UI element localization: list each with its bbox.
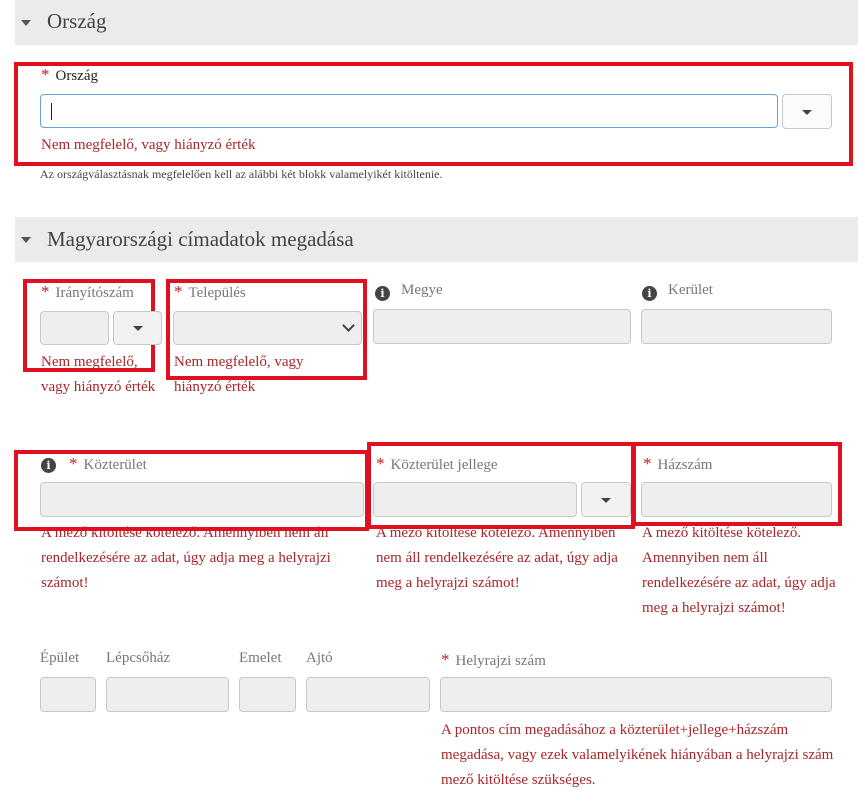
info-icon[interactable]: i (375, 286, 390, 301)
text-cursor (51, 103, 52, 120)
staircase-label: Lépcsőház (106, 650, 171, 666)
address-section-header[interactable]: Magyarországi címadatok megadása (15, 217, 858, 262)
lot-number-input[interactable] (440, 677, 832, 712)
lot-number-label-text: Helyrajzi szám (455, 653, 546, 669)
country-input[interactable] (40, 94, 778, 128)
required-mark: * (441, 650, 450, 669)
lot-number-label: * Helyrajzi szám (441, 650, 546, 670)
county-input[interactable] (373, 309, 631, 344)
postal-code-label-text: Irányítószám (55, 285, 134, 301)
settlement-label-text: Település (188, 285, 246, 301)
building-label: Épület (40, 650, 80, 666)
required-mark: * (41, 282, 50, 301)
postal-code-input[interactable] (40, 311, 109, 345)
house-number-error: A mező kitöltése kötelező. Amennyiben ne… (642, 525, 836, 616)
building-input[interactable] (40, 677, 96, 712)
country-note: Az országválasztásnak megfelelően kell a… (40, 167, 443, 181)
house-number-error-highlight (632, 442, 842, 526)
country-field-label: * Ország (41, 65, 98, 85)
collapse-caret-icon[interactable] (21, 237, 31, 243)
district-label: Kerület (668, 282, 713, 298)
country-error: Nem megfelelő, vagy hiányzó érték (41, 137, 256, 153)
required-mark: * (174, 282, 183, 301)
postal-code-label: * Irányítószám (41, 282, 134, 302)
staircase-input[interactable] (106, 677, 229, 712)
country-dropdown-button[interactable] (782, 94, 832, 129)
public-place-error: A mező kitöltése kötelező. Amennyiben ne… (41, 525, 331, 591)
district-input[interactable] (641, 309, 832, 344)
county-label: Megye (401, 282, 443, 298)
country-label-text: Ország (55, 68, 98, 84)
floor-input[interactable] (239, 677, 296, 712)
door-label: Ajtó (306, 650, 333, 666)
floor-label: Emelet (239, 650, 282, 666)
settlement-error: Nem megfelelő, vagy hiányzó érték (174, 354, 304, 395)
country-section-header[interactable]: Ország (15, 0, 858, 45)
chevron-down-icon (132, 326, 143, 331)
country-section-title: Ország (47, 9, 107, 33)
address-section-title: Magyarországi címadatok megadása (47, 227, 354, 251)
info-icon[interactable]: i (642, 286, 657, 301)
chevron-down-icon (342, 319, 355, 332)
collapse-caret-icon[interactable] (21, 20, 31, 26)
public-place-type-error-highlight (367, 442, 635, 529)
settlement-label: * Település (174, 282, 246, 302)
door-input[interactable] (306, 677, 430, 712)
public-place-error-highlight (14, 450, 369, 531)
lot-number-error: A pontos cím megadásához a közterület+je… (441, 722, 834, 788)
chevron-down-icon (802, 109, 812, 115)
postal-code-dropdown-button[interactable] (113, 311, 162, 345)
postal-code-error: Nem megfelelő, vagy hiányzó érték (41, 354, 156, 395)
public-place-type-error: A mező kitöltése kötelező. Amennyiben ne… (376, 525, 618, 591)
required-mark: * (41, 65, 50, 84)
settlement-select[interactable] (173, 311, 362, 345)
